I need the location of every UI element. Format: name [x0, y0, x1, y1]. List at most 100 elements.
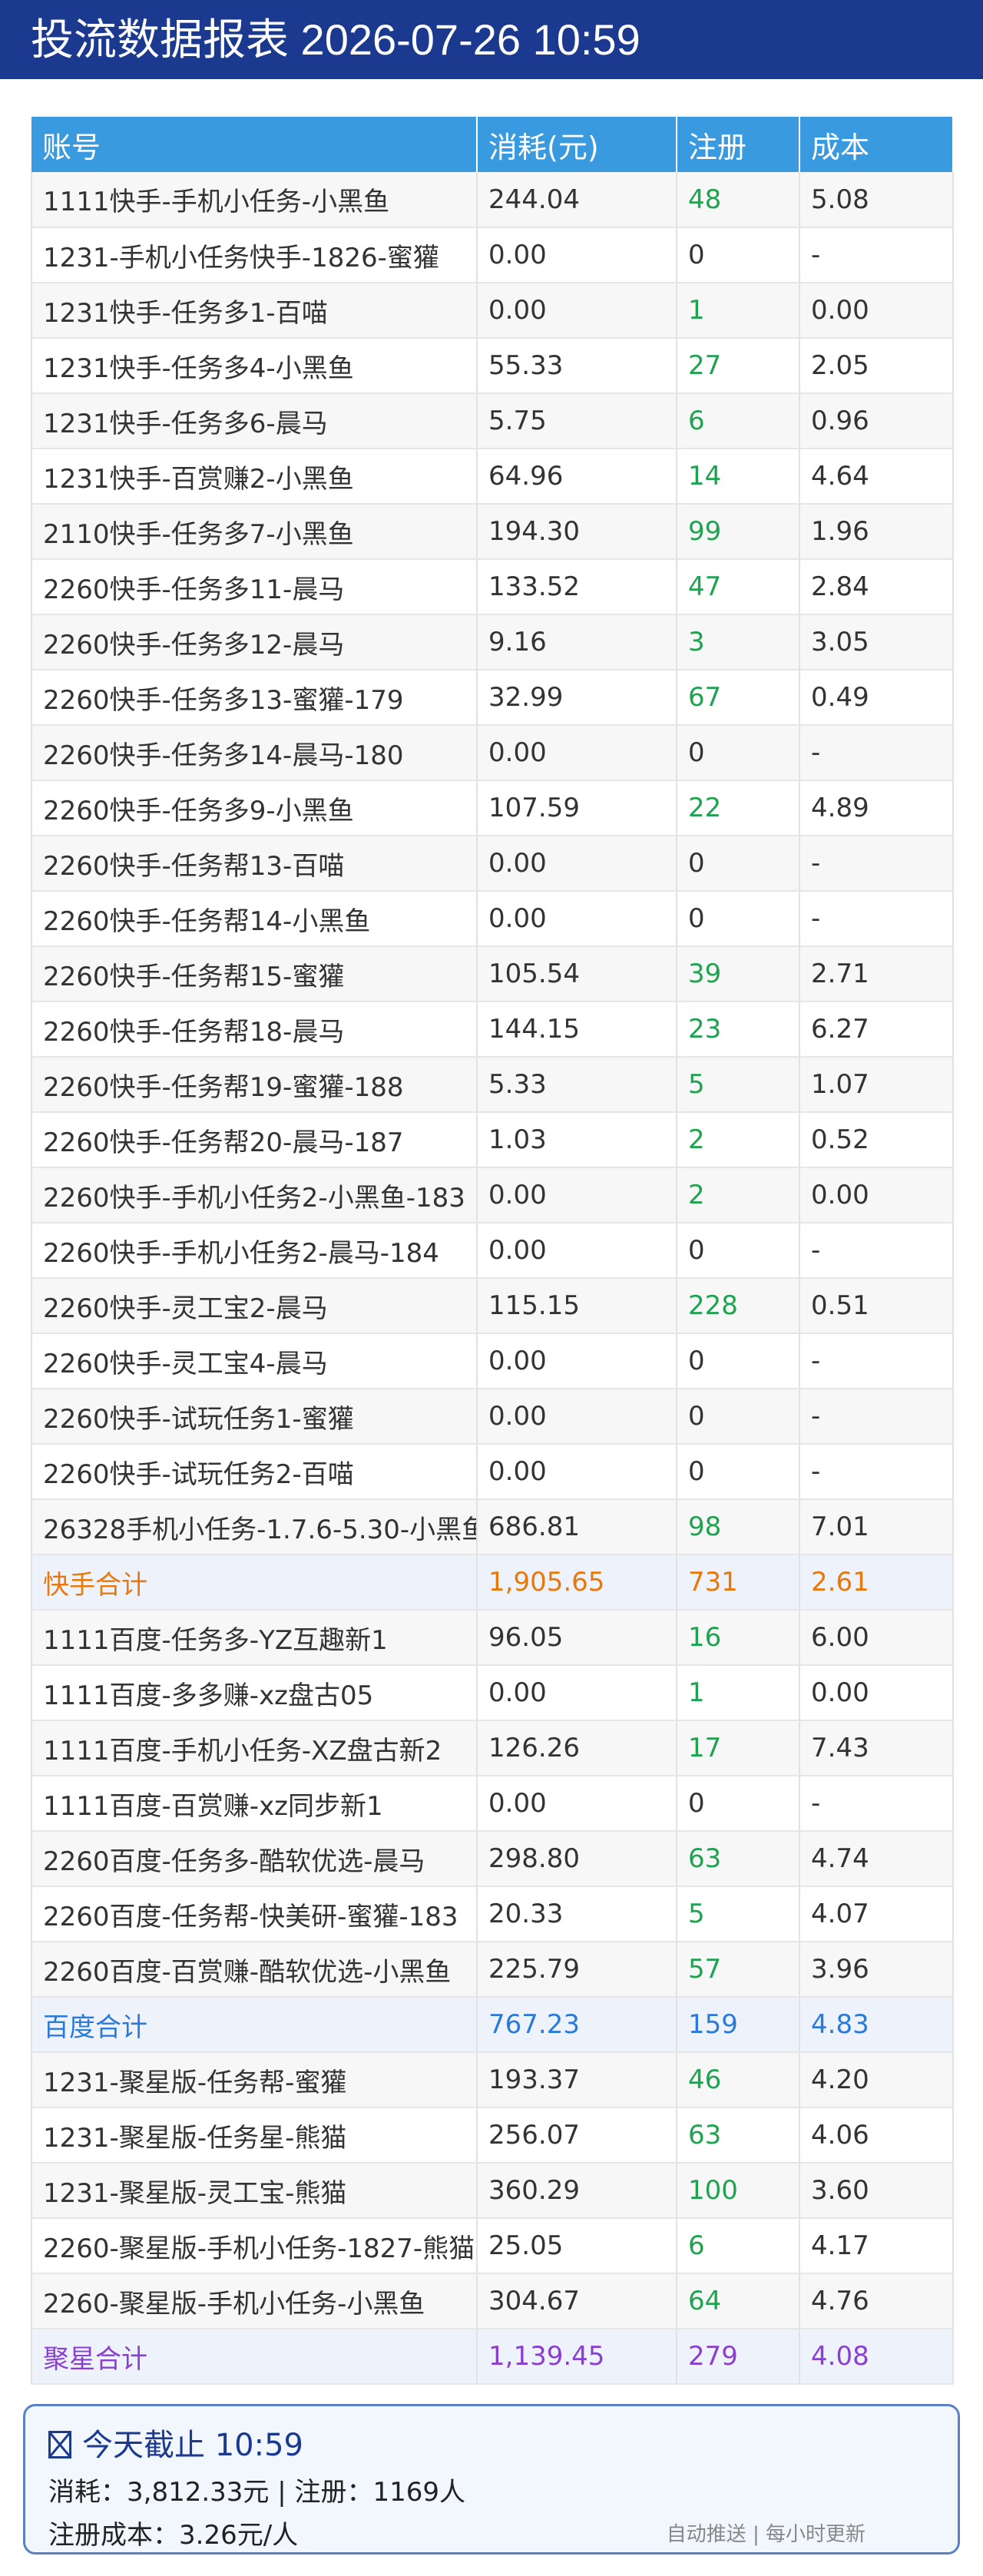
table-row: 2260快手-任务帮14-小黑鱼 0.00 0-	[31, 891, 954, 947]
registrations-cell: 23	[677, 1002, 800, 1058]
registrations-cell: 47	[677, 559, 800, 615]
table-row: 1231-手机小任务快手-1826-蜜獾 0.00 0-	[31, 227, 954, 283]
spend-cell: 1.03	[477, 1112, 677, 1168]
account-cell: 2260快手-任务帮19-蜜獾-188	[31, 1057, 478, 1113]
table-row: 26328手机小任务-1.7.6-5.30-小黑鱼 686.81 98 7.01	[31, 1499, 954, 1555]
column-header-registrations: 注册	[677, 117, 800, 172]
registrations-cell: 0	[677, 725, 800, 781]
account-cell: 1231快手-任务多1-百喵	[31, 283, 478, 339]
registrations-cell: 22	[677, 780, 800, 836]
cost-cell: 0.51	[799, 1278, 954, 1334]
summary-card: 今天截止 10:59 消耗：3,812.33元 | 注册：1169人 注册成本：…	[23, 2404, 960, 2554]
table-row: 1111百度-多多赚-xz盘古05 0.00 1 0.00	[31, 1665, 954, 1721]
cost-cell: -	[799, 725, 954, 781]
cost-cell: -	[799, 1444, 954, 1500]
account-cell: 2260快手-任务帮20-晨马-187	[31, 1112, 478, 1168]
spend-cell: 0.00	[477, 1389, 677, 1445]
registrations-cell: 0	[677, 227, 800, 283]
table-row: 2260快手-任务多9-小黑鱼 107.59 22 4.89	[31, 780, 954, 836]
registrations-cell: 100	[677, 2163, 800, 2219]
account-cell: 2260快手-灵工宝2-晨马	[31, 1278, 478, 1334]
column-header-account: 账号	[31, 117, 478, 172]
spend-cell: 0.00	[477, 725, 677, 781]
table-row: 1111百度-任务多-YZ互趣新1 96.05 16 6.00	[31, 1610, 954, 1666]
registrations-cell: 16	[677, 1610, 800, 1666]
spend-cell: 0.00	[477, 1776, 677, 1832]
spend-cell: 0.00	[477, 283, 677, 339]
account-cell: 2260百度-任务帮-快美研-蜜獾-183	[31, 1886, 478, 1942]
cost-cell: -	[799, 1776, 954, 1832]
registrations-cell: 5	[677, 1057, 800, 1113]
table-row: 2260快手-试玩任务1-蜜獾 0.00 0-	[31, 1389, 954, 1445]
cost-cell: 2.71	[799, 946, 954, 1002]
spend-cell: 0.00	[477, 1333, 677, 1389]
registrations-cell: 0	[677, 836, 800, 892]
table-row: 2260快手-任务帮13-百喵 0.00 0-	[31, 836, 954, 892]
cost-cell: -	[799, 1389, 954, 1445]
registrations-cell: 98	[677, 1499, 800, 1555]
spend-cell: 0.00	[477, 836, 677, 892]
cost-cell: 4.07	[799, 1886, 954, 1942]
spend-cell: 126.26	[477, 1720, 677, 1776]
cost-cell: 6.00	[799, 1610, 954, 1666]
table-row: 2260快手-任务帮20-晨马-187 1.03 2 0.52	[31, 1112, 954, 1168]
registrations-cell: 14	[677, 449, 800, 505]
spend-cell: 194.30	[477, 504, 677, 560]
table-row: 2260-聚星版-手机小任务-小黑鱼 304.67 64 4.76	[31, 2273, 954, 2329]
spend-cell: 25.05	[477, 2218, 677, 2274]
table-row: 2260百度-任务帮-快美研-蜜獾-183 20.33 5 4.07	[31, 1886, 954, 1942]
registrations-cell: 279	[677, 2329, 800, 2385]
table-row: 2260快手-手机小任务2-晨马-184 0.00 0-	[31, 1223, 954, 1279]
account-cell: 2110快手-任务多7-小黑鱼	[31, 504, 478, 560]
cost-cell: 3.96	[799, 1942, 954, 1998]
account-cell: 2260-聚星版-手机小任务-1827-熊猫	[31, 2218, 478, 2274]
spend-cell: 5.33	[477, 1057, 677, 1113]
account-cell: 2260快手-手机小任务2-晨马-184	[31, 1223, 478, 1279]
spend-cell: 244.04	[477, 172, 677, 228]
account-cell: 2260百度-任务多-酷软优选-晨马	[31, 1831, 478, 1887]
subtotal-row: 百度合计 767.23 159 4.83	[31, 1997, 954, 2053]
report-table: 账号 消耗(元) 注册 成本 1111快手-手机小任务-小黑鱼 244.04 48 5…	[31, 117, 954, 2385]
registrations-cell: 64	[677, 2273, 800, 2329]
account-cell: 2260-聚星版-手机小任务-小黑鱼	[31, 2273, 478, 2329]
account-cell: 2260百度-百赏赚-酷软优选-小黑鱼	[31, 1942, 478, 1998]
registrations-cell: 1	[677, 1665, 800, 1721]
registrations-cell: 27	[677, 338, 800, 394]
spend-cell: 133.52	[477, 559, 677, 615]
account-cell: 聚星合计	[31, 2329, 478, 2385]
page-title: 投流数据报表 2026-07-26 10:59	[0, 0, 983, 79]
account-cell: 百度合计	[31, 1997, 478, 2053]
cost-cell: 6.27	[799, 1002, 954, 1058]
spend-cell: 105.54	[477, 946, 677, 1002]
account-cell: 26328手机小任务-1.7.6-5.30-小黑鱼	[31, 1499, 478, 1555]
cost-cell: 2.05	[799, 338, 954, 394]
spend-cell: 64.96	[477, 449, 677, 505]
cost-cell: -	[799, 1223, 954, 1279]
spend-cell: 9.16	[477, 614, 677, 670]
table-row: 2260快手-任务多11-晨马 133.52 47 2.84	[31, 559, 954, 615]
registrations-cell: 228	[677, 1278, 800, 1334]
spend-cell: 1,905.65	[477, 1555, 677, 1611]
table-row: 1231快手-百赏赚2-小黑鱼 64.96 14 4.64	[31, 449, 954, 505]
spend-cell: 304.67	[477, 2273, 677, 2329]
cost-cell: 4.08	[799, 2329, 954, 2385]
table-row: 1231快手-任务多4-小黑鱼 55.33 27 2.05	[31, 338, 954, 394]
table-row: 1231快手-任务多6-晨马 5.75 6 0.96	[31, 393, 954, 449]
table-row: 1111百度-手机小任务-XZ盘古新2 126.26 17 7.43	[31, 1720, 954, 1776]
account-cell: 2260快手-试玩任务2-百喵	[31, 1444, 478, 1500]
table-row: 2260快手-任务帮18-晨马 144.15 23 6.27	[31, 1002, 954, 1058]
registrations-cell: 0	[677, 891, 800, 947]
registrations-cell: 0	[677, 1389, 800, 1445]
spend-cell: 0.00	[477, 1223, 677, 1279]
registrations-cell: 6	[677, 393, 800, 449]
cost-cell: 2.61	[799, 1555, 954, 1611]
table-row: 2260快手-灵工宝2-晨马 115.15 228 0.51	[31, 1278, 954, 1334]
cost-cell: 4.64	[799, 449, 954, 505]
registrations-cell: 46	[677, 2052, 800, 2108]
summary-spend-registrations: 消耗：3,812.33元 | 注册：1169人	[48, 2477, 466, 2508]
account-cell: 2260快手-任务多13-蜜獾-179	[31, 670, 478, 726]
account-cell: 2260快手-任务帮13-百喵	[31, 836, 478, 892]
account-cell: 1111百度-百赏赚-xz同步新1	[31, 1776, 478, 1832]
spend-cell: 225.79	[477, 1942, 677, 1998]
account-cell: 2260快手-任务多12-晨马	[31, 614, 478, 670]
